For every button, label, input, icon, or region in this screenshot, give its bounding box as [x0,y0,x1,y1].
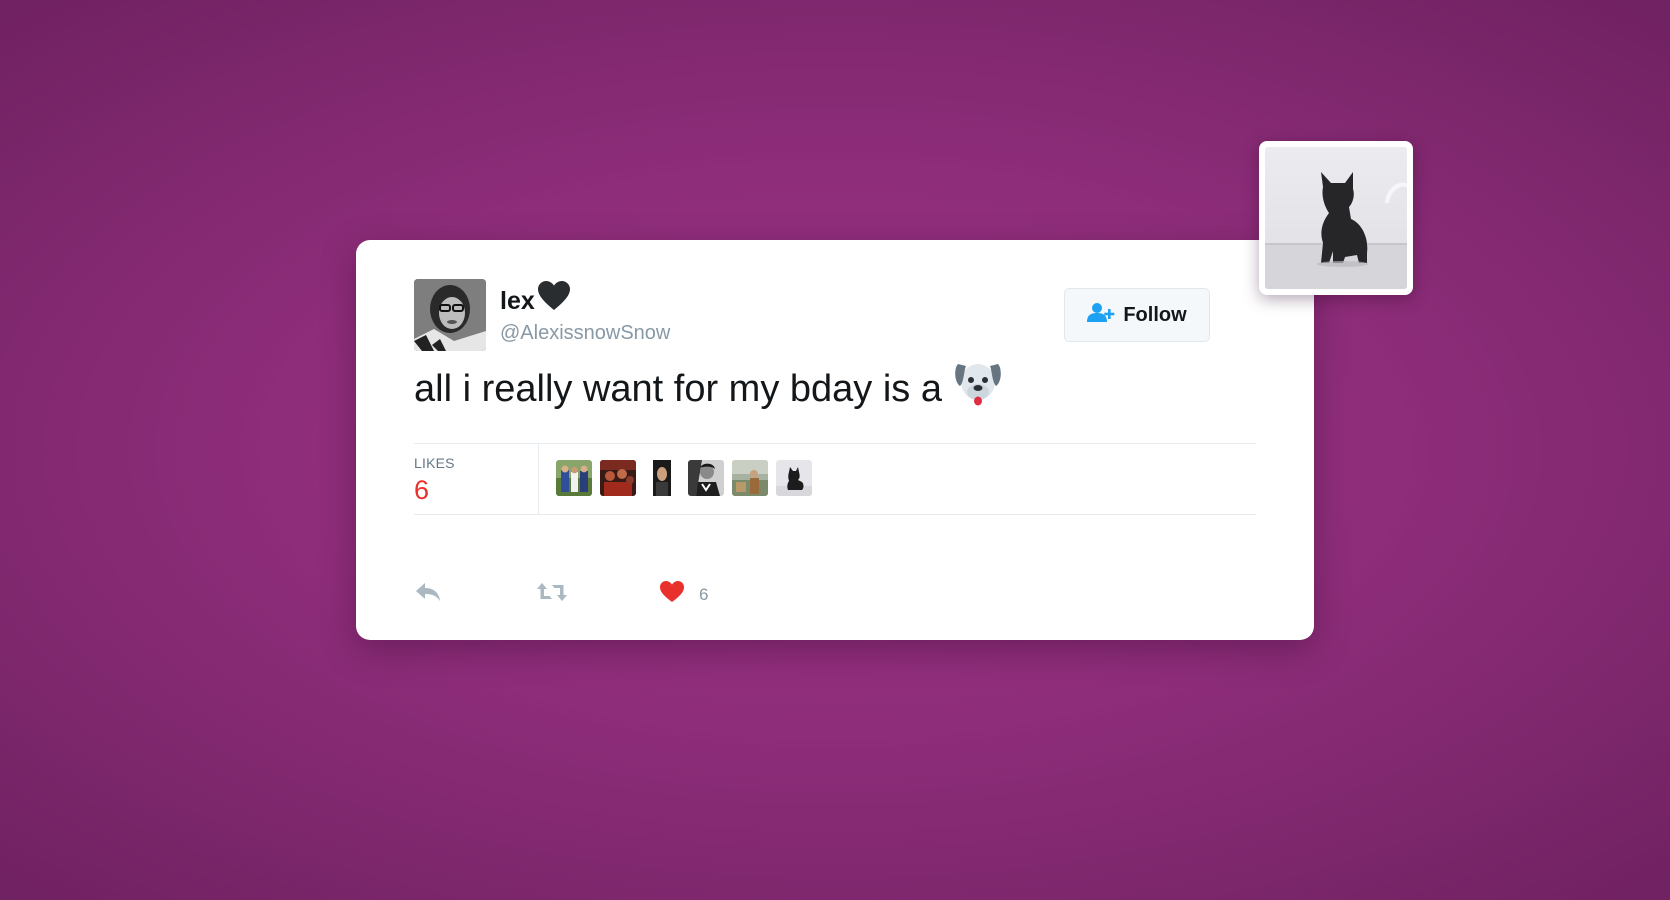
retweet-button[interactable] [536,581,659,608]
liker-avatar[interactable] [732,460,768,496]
follow-button[interactable]: Follow [1064,288,1210,342]
retweet-icon [536,581,568,608]
tweet-text: all i really want for my bday is a [414,356,1004,422]
likes-count: 6 [414,475,430,505]
reply-icon [414,581,442,608]
reply-button[interactable] [414,581,536,608]
liker-avatar[interactable] [556,460,592,496]
liker-photo-preview [1259,141,1413,295]
like-count: 6 [699,584,709,604]
add-user-icon [1087,302,1115,329]
liker-avatar[interactable] [688,460,724,496]
like-button[interactable]: 6 [659,580,708,609]
liker-avatar[interactable] [600,460,636,496]
user-avatar[interactable] [414,279,486,351]
liker-avatar[interactable] [644,460,680,496]
french-bulldog-photo [1265,147,1407,289]
display-name[interactable]: lex [500,287,535,315]
display-name-row: lex [500,281,571,317]
liker-avatars [556,460,812,496]
dog-face-icon [952,356,1004,422]
tweet-actions: 6 [414,580,708,609]
black-heart-icon [537,280,571,317]
tweet-stats: LIKES 6 [414,443,1256,515]
likes-label: LIKES [414,455,455,471]
follow-label: Follow [1123,303,1187,326]
heart-icon [659,580,685,609]
tweet-card: lex @AlexissnowSnow Follow all i really … [356,240,1314,640]
user-handle[interactable]: @AlexissnowSnow [500,321,670,345]
liker-avatar[interactable] [776,460,812,496]
likes-stat[interactable]: LIKES 6 [414,444,539,514]
tweet-body: all i really want for my bday is a [414,368,942,410]
